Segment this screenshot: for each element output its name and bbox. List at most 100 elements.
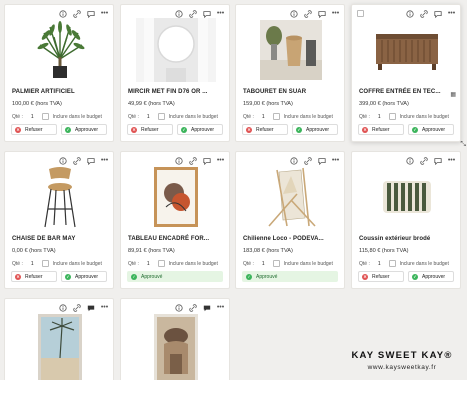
budget-checkbox[interactable] [41, 260, 49, 267]
qty-value[interactable]: 1 [262, 261, 265, 267]
budget-checkbox[interactable] [157, 113, 165, 120]
qty-value[interactable]: 1 [262, 114, 265, 120]
product-price: 89,91 € (hors TVA) [128, 248, 175, 254]
more-icon[interactable]: ••• [100, 303, 109, 312]
approve-button[interactable]: ✓ Approuver [408, 271, 454, 282]
product-title: CHAISE DE BAR MAY [12, 236, 76, 242]
card-toolbar: ••• [58, 303, 109, 312]
approved-badge: ✓ Approuvé [242, 271, 338, 282]
quantity-row: Qté : 1 Inclure dans le budget [128, 260, 218, 267]
more-icon[interactable]: ••• [216, 303, 225, 312]
qty-label: Qté : [128, 113, 139, 120]
product-price: 49,99 € (hors TVA) [128, 101, 175, 107]
card-actions: ✕ Refuser ✓ Approuver [11, 124, 107, 135]
qty-value[interactable]: 1 [31, 261, 34, 267]
info-icon[interactable] [174, 303, 183, 312]
product-card[interactable]: ••• PALMIER ARTIFICIEL 100,00 € (hors TV… [4, 4, 114, 142]
resize-icon[interactable]: ⤡ [460, 141, 466, 149]
check-icon: ✓ [412, 273, 418, 280]
quantity-row: Qté : 1 Inclure dans le budget [128, 113, 218, 120]
budget-checkbox[interactable] [272, 260, 280, 267]
card-toolbar: ••• [174, 303, 225, 312]
approve-button[interactable]: ✓ Approuver [408, 124, 454, 135]
qty-label: Qté : [12, 260, 23, 267]
product-card[interactable]: ••• TABOURET EN SUAR 159,00 € (hors TVA)… [235, 4, 345, 142]
product-card[interactable]: ••• CHAISE DE BAR MAY 0,00 € (hors TVA) … [4, 151, 114, 289]
approve-button[interactable]: ✓ Approuver [292, 124, 338, 135]
check-icon: ✓ [412, 126, 418, 133]
product-card[interactable]: ••• MIRCIR MET FIN D76 OR ... 49,99 € (h… [120, 4, 230, 142]
product-card[interactable]: ••• [120, 298, 230, 388]
qty-value[interactable]: 1 [378, 261, 381, 267]
refuse-button[interactable]: ✕ Refuser [358, 124, 404, 135]
budget-checkbox[interactable] [388, 113, 396, 120]
close-icon: ✕ [246, 126, 252, 133]
product-price: 183,08 € (hors TVA) [243, 248, 293, 254]
qty-label: Qté : [359, 260, 370, 267]
link-icon[interactable] [72, 303, 81, 312]
budget-label: Inclure dans le budget [52, 113, 102, 120]
approve-button[interactable]: ✓ Approuver [61, 271, 107, 282]
budget-label: Inclure dans le budget [283, 260, 333, 267]
budget-label: Inclure dans le budget [52, 260, 102, 267]
select-checkbox[interactable] [357, 10, 364, 17]
approve-button[interactable]: ✓ Approuver [177, 124, 223, 135]
budget-checkbox[interactable] [272, 113, 280, 120]
info-icon[interactable] [58, 303, 67, 312]
check-icon: ✓ [296, 126, 302, 133]
budget-label: Inclure dans le budget [168, 260, 218, 267]
refuse-button[interactable]: ✕ Refuser [11, 271, 57, 282]
product-image [121, 17, 231, 83]
brand-url: www.kaysweetkay.fr [367, 364, 437, 371]
product-card[interactable]: ••• Chilienne Loco - PODEVA... 183,08 € … [235, 151, 345, 289]
refuse-button[interactable]: ✕ Refuser [127, 124, 173, 135]
approve-button[interactable]: ✓ Approuver [61, 124, 107, 135]
budget-label: Inclure dans le budget [283, 113, 333, 120]
product-title: Chilienne Loco - PODEVA... [243, 236, 324, 242]
close-icon: ✕ [362, 273, 368, 280]
product-image [236, 17, 346, 83]
brand-name: KAY SWEET KAY® [351, 350, 453, 361]
product-title: PALMIER ARTIFICIEL [12, 89, 75, 95]
qty-label: Qté : [359, 113, 370, 120]
product-card[interactable]: ••• Coussin extérieur brodé 115,80 € (ho… [351, 151, 461, 289]
close-icon: ✕ [15, 273, 21, 280]
budget-icon[interactable]: ▦ [450, 91, 456, 98]
product-card[interactable]: ••• COFFRE ENTRÉE EN TEC... ▦ 399,00 € (… [351, 4, 466, 148]
quantity-row: Qté : 1 Inclure dans le budget [243, 260, 333, 267]
budget-checkbox[interactable] [388, 260, 396, 267]
refuse-button[interactable]: ✕ Refuser [358, 271, 404, 282]
check-icon: ✓ [131, 273, 137, 280]
qty-value[interactable]: 1 [31, 114, 34, 120]
card-actions: ✕ Refuser ✓ Approuver [358, 271, 454, 282]
product-price: 115,80 € (hors TVA) [359, 248, 409, 254]
product-title: Coussin extérieur brodé [359, 236, 431, 242]
card-actions: ✕ Refuser ✓ Approuver [242, 124, 338, 135]
product-price: 399,00 € (hors TVA) [359, 101, 409, 107]
check-icon: ✓ [246, 273, 252, 280]
product-card[interactable]: ••• [4, 298, 114, 388]
refuse-button[interactable]: ✕ Refuser [11, 124, 57, 135]
check-icon: ✓ [181, 126, 187, 133]
qty-label: Qté : [243, 260, 254, 267]
product-card[interactable]: ••• TABLEAU ENCADRÉ FOR... 89,91 € (hors… [120, 151, 230, 289]
qty-value[interactable]: 1 [378, 114, 381, 120]
product-price: 159,00 € (hors TVA) [243, 101, 293, 107]
quantity-row: Qté : 1 Inclure dans le budget [243, 113, 333, 120]
qty-value[interactable]: 1 [147, 114, 150, 120]
product-image [236, 164, 346, 230]
qty-value[interactable]: 1 [147, 261, 150, 267]
product-image [5, 164, 115, 230]
budget-label: Inclure dans le budget [399, 260, 449, 267]
brand-watermark: KAY SWEET KAY® www.kaysweetkay.fr [348, 350, 456, 371]
product-image [352, 164, 462, 230]
check-icon: ✓ [65, 273, 71, 280]
product-image [352, 17, 462, 83]
comment-filled-icon[interactable] [202, 303, 211, 312]
refuse-button[interactable]: ✕ Refuser [242, 124, 288, 135]
link-icon[interactable] [188, 303, 197, 312]
budget-checkbox[interactable] [157, 260, 165, 267]
budget-checkbox[interactable] [41, 113, 49, 120]
product-image [5, 17, 115, 83]
comment-filled-icon[interactable] [86, 303, 95, 312]
